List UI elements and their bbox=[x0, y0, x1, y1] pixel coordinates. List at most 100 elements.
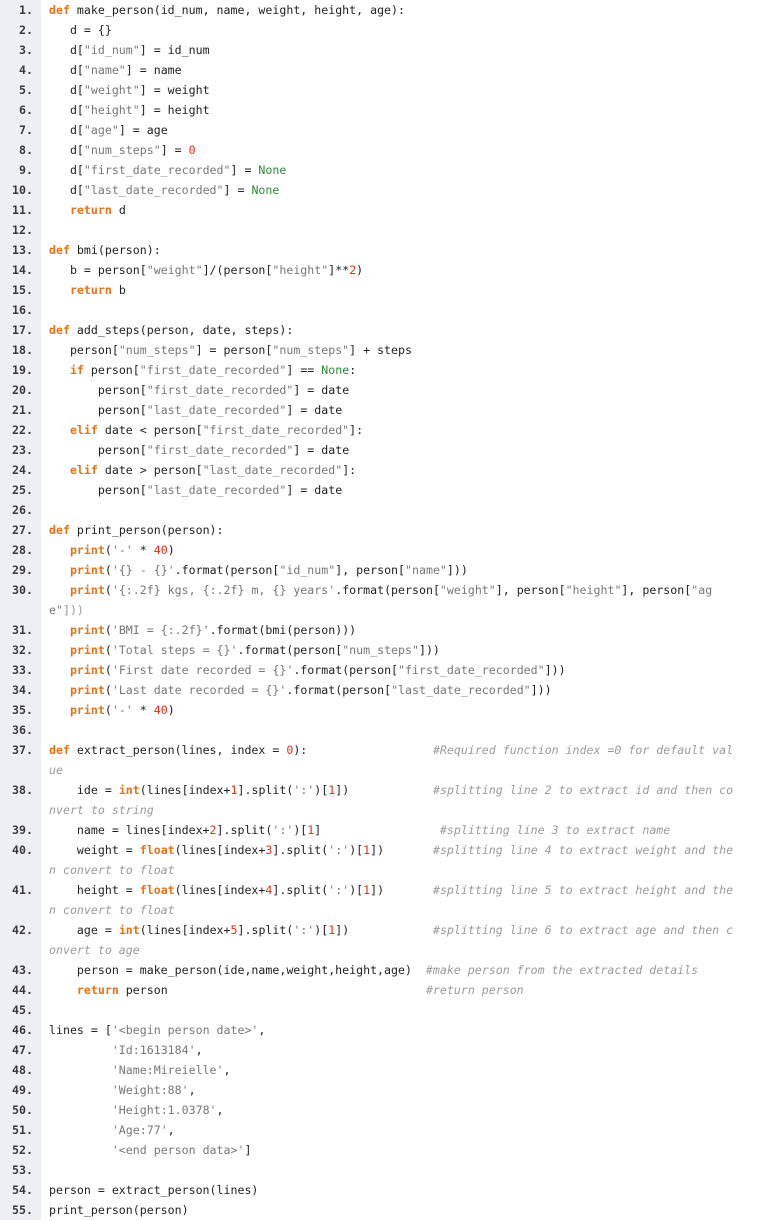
line-number: 27. bbox=[12, 523, 33, 537]
code-token: ] = date bbox=[293, 383, 350, 397]
code-token: "last_date_recorded" bbox=[146, 483, 287, 497]
line-number: 55. bbox=[12, 1203, 33, 1217]
code-token: "num_steps" bbox=[118, 343, 196, 357]
code-text: '<end person data>'] bbox=[49, 1140, 252, 1160]
code-text: 'Id:1613184', bbox=[49, 1040, 203, 1060]
code-token: "first_date_recorded" bbox=[146, 383, 294, 397]
line-number: 13. bbox=[12, 243, 33, 257]
code-text: d["first_date_recorded"] = None bbox=[49, 160, 286, 180]
code-token: date < person[ bbox=[97, 423, 203, 437]
code-token: ] bbox=[244, 1143, 252, 1157]
code-token: ] = height bbox=[139, 103, 210, 117]
code-token: return bbox=[69, 203, 112, 217]
code-token: 1 bbox=[230, 783, 238, 797]
code-token: d[ bbox=[49, 143, 84, 157]
code-token: person[ bbox=[49, 443, 147, 457]
code-token: , bbox=[223, 1063, 231, 1077]
line-number: 48. bbox=[12, 1063, 33, 1077]
code-token: bmi(person): bbox=[69, 243, 161, 257]
code-token: )[ bbox=[314, 783, 329, 797]
code-token: None bbox=[321, 363, 350, 377]
code-token: ])) bbox=[530, 683, 552, 697]
code-token: .format(person[ bbox=[174, 563, 280, 577]
line-number: 53. bbox=[12, 1163, 33, 1177]
code-text: weight = float(lines[index+3].split(':')… bbox=[49, 840, 733, 860]
line-number: 33. bbox=[12, 663, 33, 677]
code-text: print('-' * 40) bbox=[49, 700, 175, 720]
code-text: b = person["weight"]/(person["height"]**… bbox=[49, 260, 363, 280]
code-token: print bbox=[69, 663, 105, 677]
code-token: #Required function index =0 for default … bbox=[432, 743, 734, 757]
code-text: def add_steps(person, date, steps): bbox=[49, 320, 293, 340]
line-number: 3. bbox=[19, 43, 33, 57]
code-text: d["weight"] = weight bbox=[49, 80, 210, 100]
code-token: ( bbox=[104, 583, 112, 597]
code-token: ].split( bbox=[237, 783, 294, 797]
line-number: 45. bbox=[12, 1003, 33, 1017]
code-viewer: 1. def make_person(id_num, name, weight, … bbox=[0, 0, 758, 1220]
line-number: 1. bbox=[19, 3, 33, 17]
code-token: '-' bbox=[111, 703, 133, 717]
line-number: 30. bbox=[12, 583, 33, 597]
code-token: "ag bbox=[691, 583, 713, 597]
line-number: 7. bbox=[19, 123, 33, 137]
code-token: extract_person(lines, index = bbox=[69, 743, 287, 757]
code-token: ue bbox=[49, 763, 63, 777]
code-token: "weight" bbox=[439, 583, 496, 597]
line-number: 34. bbox=[12, 683, 33, 697]
code-token: "id_num" bbox=[279, 563, 336, 577]
line-number: 20. bbox=[12, 383, 33, 397]
code-token: * bbox=[132, 703, 154, 717]
code-token: (lines[index+ bbox=[139, 783, 231, 797]
line-number: 14. bbox=[12, 263, 33, 277]
code-token: e" bbox=[49, 603, 63, 617]
code-token: ( bbox=[104, 703, 112, 717]
code-token: print bbox=[69, 623, 105, 637]
code-token: 'Age:77' bbox=[111, 1123, 168, 1137]
code-token: : bbox=[349, 363, 357, 377]
code-token: n convert to float bbox=[49, 863, 175, 877]
code-token: ] = age bbox=[118, 123, 168, 137]
code-token: "first_date_recorded" bbox=[139, 363, 287, 377]
code-token: (lines[index+ bbox=[174, 883, 266, 897]
code-text-wrap: n convert to float bbox=[49, 860, 175, 880]
code-text: age = int(lines[index+5].split(':')[1]) … bbox=[49, 920, 733, 940]
code-token: print bbox=[69, 703, 105, 717]
code-token: , bbox=[216, 1103, 224, 1117]
code-token: ]) bbox=[335, 783, 433, 797]
line-number: 35. bbox=[12, 703, 33, 717]
code-token: .format(person[ bbox=[293, 663, 399, 677]
line-number: 49. bbox=[12, 1083, 33, 1097]
code-token: float bbox=[139, 843, 175, 857]
code-token: #splitting line 4 to extract weight and … bbox=[432, 843, 734, 857]
line-number: 21. bbox=[12, 403, 33, 417]
code-token: "name" bbox=[405, 563, 447, 577]
line-number: 44. bbox=[12, 983, 33, 997]
code-token: ide = bbox=[49, 783, 119, 797]
code-token: "first_date_recorded" bbox=[146, 443, 294, 457]
code-token: def bbox=[49, 743, 70, 757]
code-token: 'First date recorded = {}' bbox=[111, 663, 294, 677]
line-number: 19. bbox=[12, 363, 33, 377]
code-token: "height" bbox=[83, 103, 140, 117]
code-text-wrap: ue bbox=[49, 760, 63, 780]
code-token: ])) bbox=[418, 643, 440, 657]
code-text: d["name"] = name bbox=[49, 60, 182, 80]
code-token: ].split( bbox=[272, 883, 329, 897]
code-token: int bbox=[118, 783, 140, 797]
code-token: print_person(person) bbox=[49, 1203, 189, 1217]
code-text: person["num_steps"] = person["num_steps"… bbox=[49, 340, 412, 360]
code-text: return d bbox=[49, 200, 126, 220]
code-token: person = make_person(ide,name,weight,hei… bbox=[49, 963, 426, 977]
code-token: print bbox=[69, 683, 105, 697]
code-text: if person["first_date_recorded"] == None… bbox=[49, 360, 356, 380]
code-token: , bbox=[258, 1023, 266, 1037]
code-token: ].split( bbox=[237, 923, 294, 937]
code-token: int bbox=[118, 923, 140, 937]
